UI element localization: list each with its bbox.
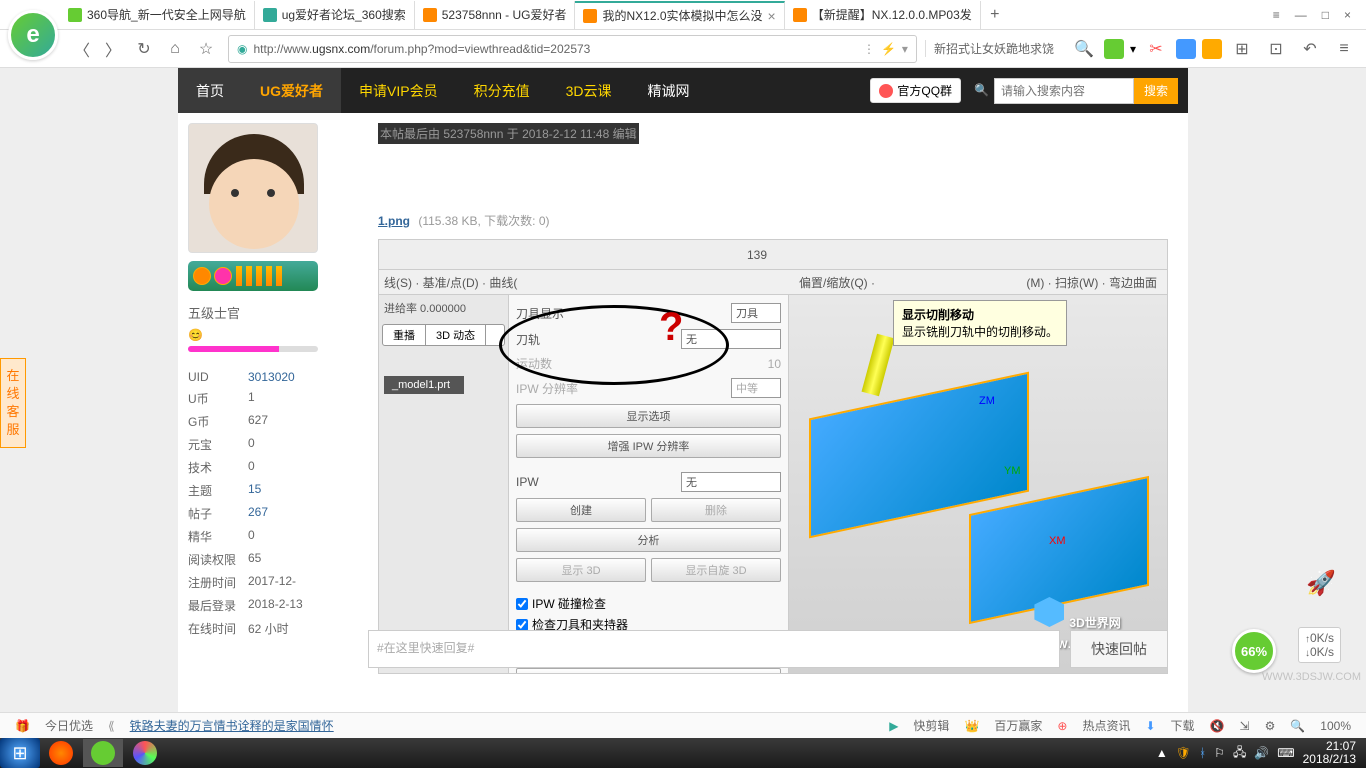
- search-glass-icon[interactable]: 🔍: [969, 78, 994, 104]
- chevron-down-icon[interactable]: ▾: [902, 42, 908, 56]
- user-rank: 五级士官: [188, 303, 348, 322]
- search-icon[interactable]: 🔍: [1070, 35, 1098, 63]
- play-icon[interactable]: ▶: [889, 719, 898, 733]
- close-icon[interactable]: ×: [768, 8, 776, 24]
- crown-icon[interactable]: 👑: [964, 719, 979, 733]
- apps-icon[interactable]: ⊞: [1228, 35, 1256, 63]
- menu-icon[interactable]: ≡: [1273, 8, 1280, 22]
- news-link[interactable]: 铁路夫妻的万言情书诠释的是家国情怀: [130, 717, 334, 734]
- nav-credits[interactable]: 积分充值: [456, 68, 548, 113]
- nav-jc[interactable]: 精诚网: [629, 68, 707, 113]
- corner-watermark: WWW.3DSJW.COM: [1262, 671, 1361, 683]
- scissors-icon[interactable]: ✂: [1142, 35, 1170, 63]
- tab-strip: 360导航_新一代安全上网导航 ug爱好者论坛_360搜索 523758nnn …: [0, 0, 1366, 30]
- quick-reply-button[interactable]: 快速回帖: [1070, 630, 1168, 668]
- avatar[interactable]: [188, 123, 318, 253]
- maximize-icon[interactable]: □: [1322, 8, 1329, 22]
- support-tab[interactable]: 在线客服: [0, 358, 26, 448]
- promo-text[interactable]: 新招式让女妖跪地求饶: [925, 40, 1062, 57]
- forum-nav: 首页 UG爱好者 申请VIP会员 积分充值 3D云课 精诚网 官方QQ群 🔍 搜…: [178, 68, 1188, 113]
- undo-icon[interactable]: ↶: [1296, 35, 1324, 63]
- quick-reply-input[interactable]: #在这里快速回复#: [368, 630, 1060, 668]
- task-icon-3[interactable]: [125, 739, 165, 767]
- ext-icon-3[interactable]: [1176, 39, 1196, 59]
- speed-badge[interactable]: 66%: [1232, 629, 1276, 673]
- forward-icon[interactable]: 〉: [99, 35, 127, 63]
- rank-badge: [188, 261, 318, 291]
- new-tab-button[interactable]: +: [981, 1, 1009, 29]
- dropdown-icon[interactable]: ⋮: [863, 42, 875, 56]
- tab-1[interactable]: ug爱好者论坛_360搜索: [255, 1, 415, 29]
- download-icon[interactable]: ⊡: [1262, 35, 1290, 63]
- close-window-icon[interactable]: ×: [1344, 8, 1351, 22]
- browser-logo: e: [8, 10, 58, 60]
- attachment-meta: (115.38 KB, 下载次数: 0): [418, 214, 549, 228]
- nav-home[interactable]: 首页: [178, 68, 242, 113]
- address-bar: 〈 〉 ↻ ⌂ ☆ ◉ http://www.ugsnx.com/forum.p…: [0, 30, 1366, 68]
- zoom-level[interactable]: 100%: [1320, 719, 1351, 733]
- menu-lines-icon[interactable]: ≡: [1330, 35, 1358, 63]
- tray-bt-icon[interactable]: ᚼ: [1199, 746, 1206, 760]
- ext-icon-2[interactable]: ▾: [1130, 42, 1136, 56]
- tab-0[interactable]: 360导航_新一代安全上网导航: [60, 1, 255, 29]
- nav-vip[interactable]: 申请VIP会员: [341, 68, 456, 113]
- forum-search-input[interactable]: [994, 78, 1134, 104]
- reload-icon[interactable]: ↻: [130, 35, 158, 63]
- user-panel: 五级士官 😊 UID3013020U币1G币627元宝0技术0主题15帖子267…: [188, 113, 348, 684]
- tray-up-icon[interactable]: ▲: [1156, 746, 1168, 760]
- edit-note: 本帖最后由 523758nnn 于 2018-2-12 11:48 编辑: [378, 123, 639, 144]
- nav-ug[interactable]: UG爱好者: [242, 68, 341, 113]
- tray-action-icon[interactable]: ⚐: [1214, 746, 1225, 760]
- user-stats: UID3013020U币1G币627元宝0技术0主题15帖子267精华0阅读权限…: [188, 367, 348, 640]
- task-icon-browser[interactable]: [83, 739, 123, 767]
- back-icon[interactable]: 〈: [68, 35, 96, 63]
- compass-icon: ◉: [237, 42, 247, 56]
- ext-icon-1[interactable]: [1104, 39, 1124, 59]
- url-input[interactable]: ◉ http://www.ugsnx.com/forum.php?mod=vie…: [228, 35, 917, 63]
- tab-2[interactable]: 523758nnn - UG爱好者: [415, 1, 576, 29]
- tray-net-icon[interactable]: 🖧: [1233, 743, 1246, 764]
- minimize-icon[interactable]: —: [1295, 8, 1307, 22]
- flash-icon[interactable]: ⚡: [881, 42, 896, 56]
- net-speed: ↑0K/s↓0K/s: [1298, 627, 1341, 663]
- ext-icon-4[interactable]: [1202, 39, 1222, 59]
- tray-vol-icon[interactable]: 🔊: [1254, 746, 1269, 760]
- attachment-link[interactable]: 1.png: [378, 214, 410, 228]
- favorite-icon[interactable]: ☆: [192, 35, 220, 63]
- start-button[interactable]: ⊞: [0, 738, 40, 768]
- post-body: 本帖最后由 523758nnn 于 2018-2-12 11:48 编辑 1.p…: [348, 113, 1178, 684]
- scroll-top-icon[interactable]: 🚀: [1306, 569, 1336, 598]
- page-viewport: 在线客服 首页 UG爱好者 申请VIP会员 积分充值 3D云课 精诚网 官方QQ…: [0, 68, 1366, 718]
- tab-4[interactable]: 【新提醒】NX.12.0.0.MP03发: [785, 1, 981, 29]
- gift-icon[interactable]: 🎁: [15, 719, 30, 733]
- attached-image[interactable]: 线(S) · 基准/点(D) · 曲线( 偏置/缩放(Q) · (M) · 扫掠…: [378, 239, 1168, 674]
- mute-icon[interactable]: 🔇: [1210, 719, 1225, 733]
- home-icon[interactable]: ⌂: [161, 35, 189, 63]
- level-progress: [188, 346, 318, 352]
- taskbar: ⊞ ▲ 🛡 ᚼ ⚐ 🖧 🔊 ⌨ 21:072018/2/13: [0, 738, 1366, 768]
- settings-icon[interactable]: ⚙: [1265, 719, 1276, 733]
- clock[interactable]: 21:072018/2/13: [1303, 740, 1356, 766]
- mood-icon: 😊: [188, 328, 348, 342]
- tray-lang-icon[interactable]: ⌨: [1277, 746, 1294, 760]
- tray-shield-icon[interactable]: 🛡: [1176, 746, 1191, 760]
- browser-status-bar: 🎁今日优选 ⟪铁路夫妻的万言情书诠释的是家国情怀 ▶快剪辑 👑百万赢家 ⊕热点资…: [0, 712, 1366, 738]
- nav-3d[interactable]: 3D云课: [548, 68, 630, 113]
- qq-button[interactable]: 官方QQ群: [870, 78, 961, 103]
- forum-search-button[interactable]: 搜索: [1134, 78, 1178, 104]
- tab-3[interactable]: 我的NX12.0实体模拟中怎么没×: [575, 1, 784, 29]
- system-tray[interactable]: ▲ 🛡 ᚼ ⚐ 🖧 🔊 ⌨ 21:072018/2/13: [1146, 740, 1366, 766]
- task-icon-1[interactable]: [41, 739, 81, 767]
- exit-icon[interactable]: ⇲: [1240, 719, 1250, 733]
